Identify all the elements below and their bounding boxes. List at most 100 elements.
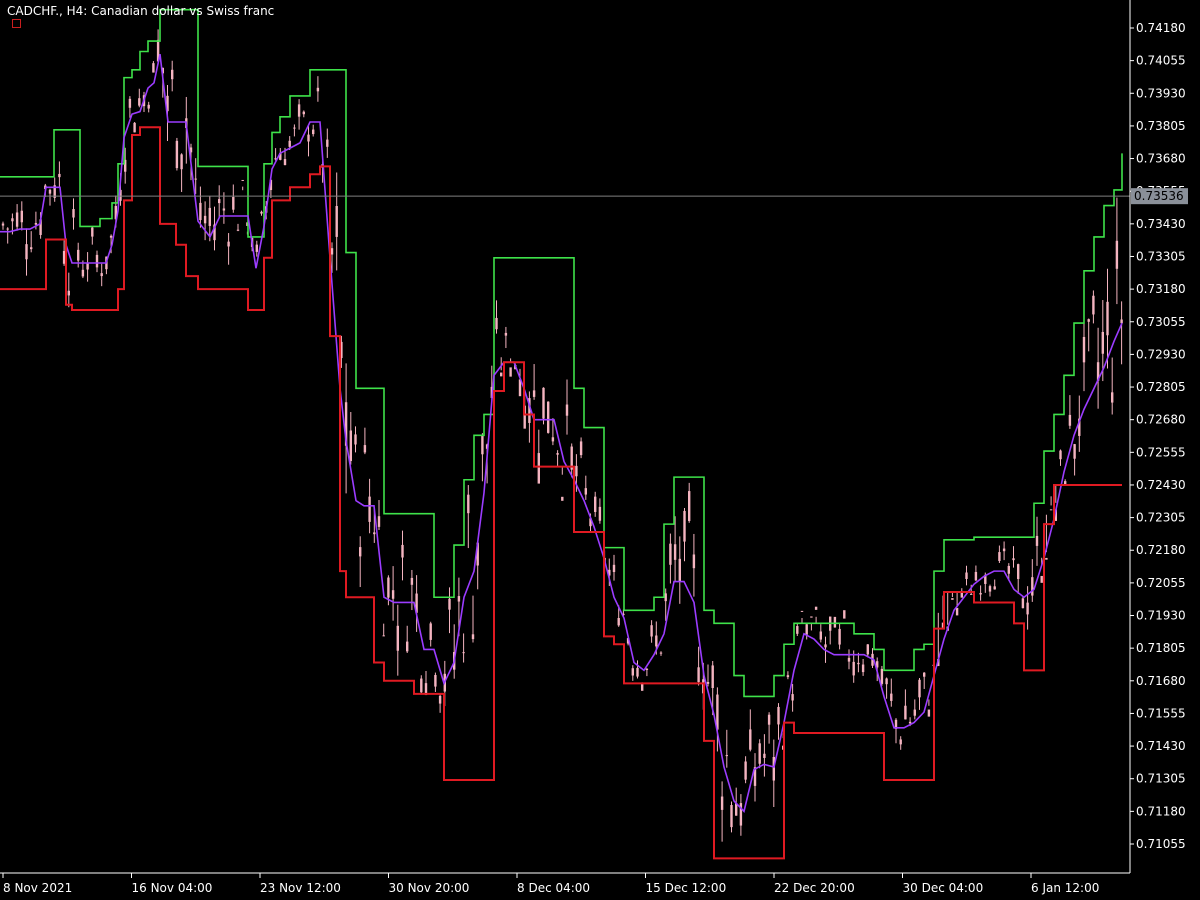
candle-body [861, 664, 865, 673]
y-tick-label: 0.73680 [1136, 152, 1186, 166]
y-tick-label: 0.73305 [1136, 249, 1186, 263]
candle-body [1021, 598, 1025, 609]
candle-body [720, 796, 724, 810]
candle-body [955, 607, 959, 616]
channel-lines-layer [0, 8, 1123, 860]
candle-body [30, 247, 33, 250]
candle-body [584, 488, 587, 495]
x-tick-label: 30 Nov 20:00 [389, 881, 470, 895]
y-tick-label: 0.72055 [1136, 576, 1186, 590]
candle-body [650, 625, 653, 637]
x-tick-label: 30 Dec 04:00 [903, 881, 984, 895]
candle-body [1115, 240, 1119, 269]
candlesticks-layer [1, 29, 1123, 842]
candle-body [711, 665, 714, 689]
candle-body [48, 189, 52, 194]
candle-body [669, 543, 672, 565]
candle-body [965, 572, 968, 579]
candle-body [391, 590, 395, 599]
candle-body [67, 290, 70, 296]
candle-body [283, 159, 287, 166]
candle-body [434, 674, 437, 687]
candle-body [203, 215, 207, 224]
x-tick-label: 8 Dec 04:00 [517, 881, 590, 895]
candle-body [288, 140, 291, 147]
candle-body [406, 641, 409, 652]
candle-body [86, 262, 89, 270]
candle-body [457, 596, 461, 602]
candle-body [1031, 577, 1034, 596]
candle-body [923, 672, 926, 677]
candle-body [777, 706, 780, 725]
candle-body [678, 558, 681, 582]
lower-channel-line [0, 126, 1122, 860]
y-tick-label: 0.74055 [1136, 54, 1186, 68]
candle-body [664, 593, 667, 602]
candle-body [58, 173, 61, 178]
candle-body [551, 437, 555, 442]
candle-body [1120, 319, 1123, 324]
candle-body [410, 577, 414, 585]
candle-body [218, 199, 221, 204]
candle-body [481, 434, 484, 455]
candle-body [462, 652, 465, 654]
candle-body [20, 210, 23, 223]
candle-body [692, 554, 696, 569]
candle-body [11, 218, 14, 222]
y-tick-label: 0.71930 [1136, 609, 1186, 623]
candle-body [758, 743, 761, 764]
candle-body [688, 491, 691, 522]
candle-body [330, 248, 334, 255]
candle-body [659, 652, 663, 654]
candle-body [1092, 295, 1095, 315]
candle-body [1111, 392, 1114, 403]
candle-body [1068, 414, 1072, 426]
candle-body [429, 623, 432, 640]
candle-body [645, 668, 649, 670]
candle-body [993, 586, 996, 590]
candle-body [805, 624, 808, 635]
candle-body [368, 496, 371, 522]
upper-channel-line [0, 8, 1123, 698]
candle-body [655, 635, 658, 647]
candle-body [500, 372, 503, 377]
candle-body [128, 98, 132, 108]
candle-body [1002, 548, 1006, 552]
candle-body [438, 695, 442, 704]
y-tick-label: 0.72930 [1136, 347, 1186, 361]
candle-body [833, 616, 837, 628]
candle-body [885, 678, 888, 685]
candle-body [598, 506, 602, 521]
candle-body [866, 644, 869, 655]
candle-body [199, 202, 202, 221]
candle-body [175, 140, 179, 169]
candle-body [532, 390, 536, 397]
candle-body [1101, 331, 1104, 354]
candle-body [1012, 558, 1015, 561]
candle-body [312, 129, 315, 135]
candle-body [467, 494, 470, 514]
candle-body [847, 657, 851, 662]
candle-body [208, 207, 211, 226]
middle-line-line [0, 53, 1123, 813]
candle-body [547, 401, 550, 433]
candle-body [631, 668, 634, 676]
x-tick-label: 22 Dec 20:00 [774, 881, 855, 895]
candle-body [227, 241, 230, 247]
candle-body [1087, 319, 1090, 322]
price-chart[interactable]: 0.74180 0.74055 0.73930 0.73805 0.73680 0.735… [0, 0, 1200, 900]
candle-body [561, 496, 564, 501]
candle-body [1040, 575, 1043, 583]
candle-body [673, 544, 677, 560]
candle-body [354, 434, 357, 445]
candle-body [373, 532, 376, 535]
candle-body [641, 683, 644, 691]
candle-body [1045, 557, 1048, 560]
candle-body [6, 228, 9, 230]
candle-body [260, 211, 263, 214]
candle-body [542, 387, 545, 419]
current-price-label: 0.73536 [1134, 189, 1184, 203]
x-tick-label: 16 Nov 04:00 [132, 881, 213, 895]
y-tick-label: 0.72805 [1136, 380, 1186, 394]
y-tick-label: 0.72555 [1136, 445, 1186, 459]
